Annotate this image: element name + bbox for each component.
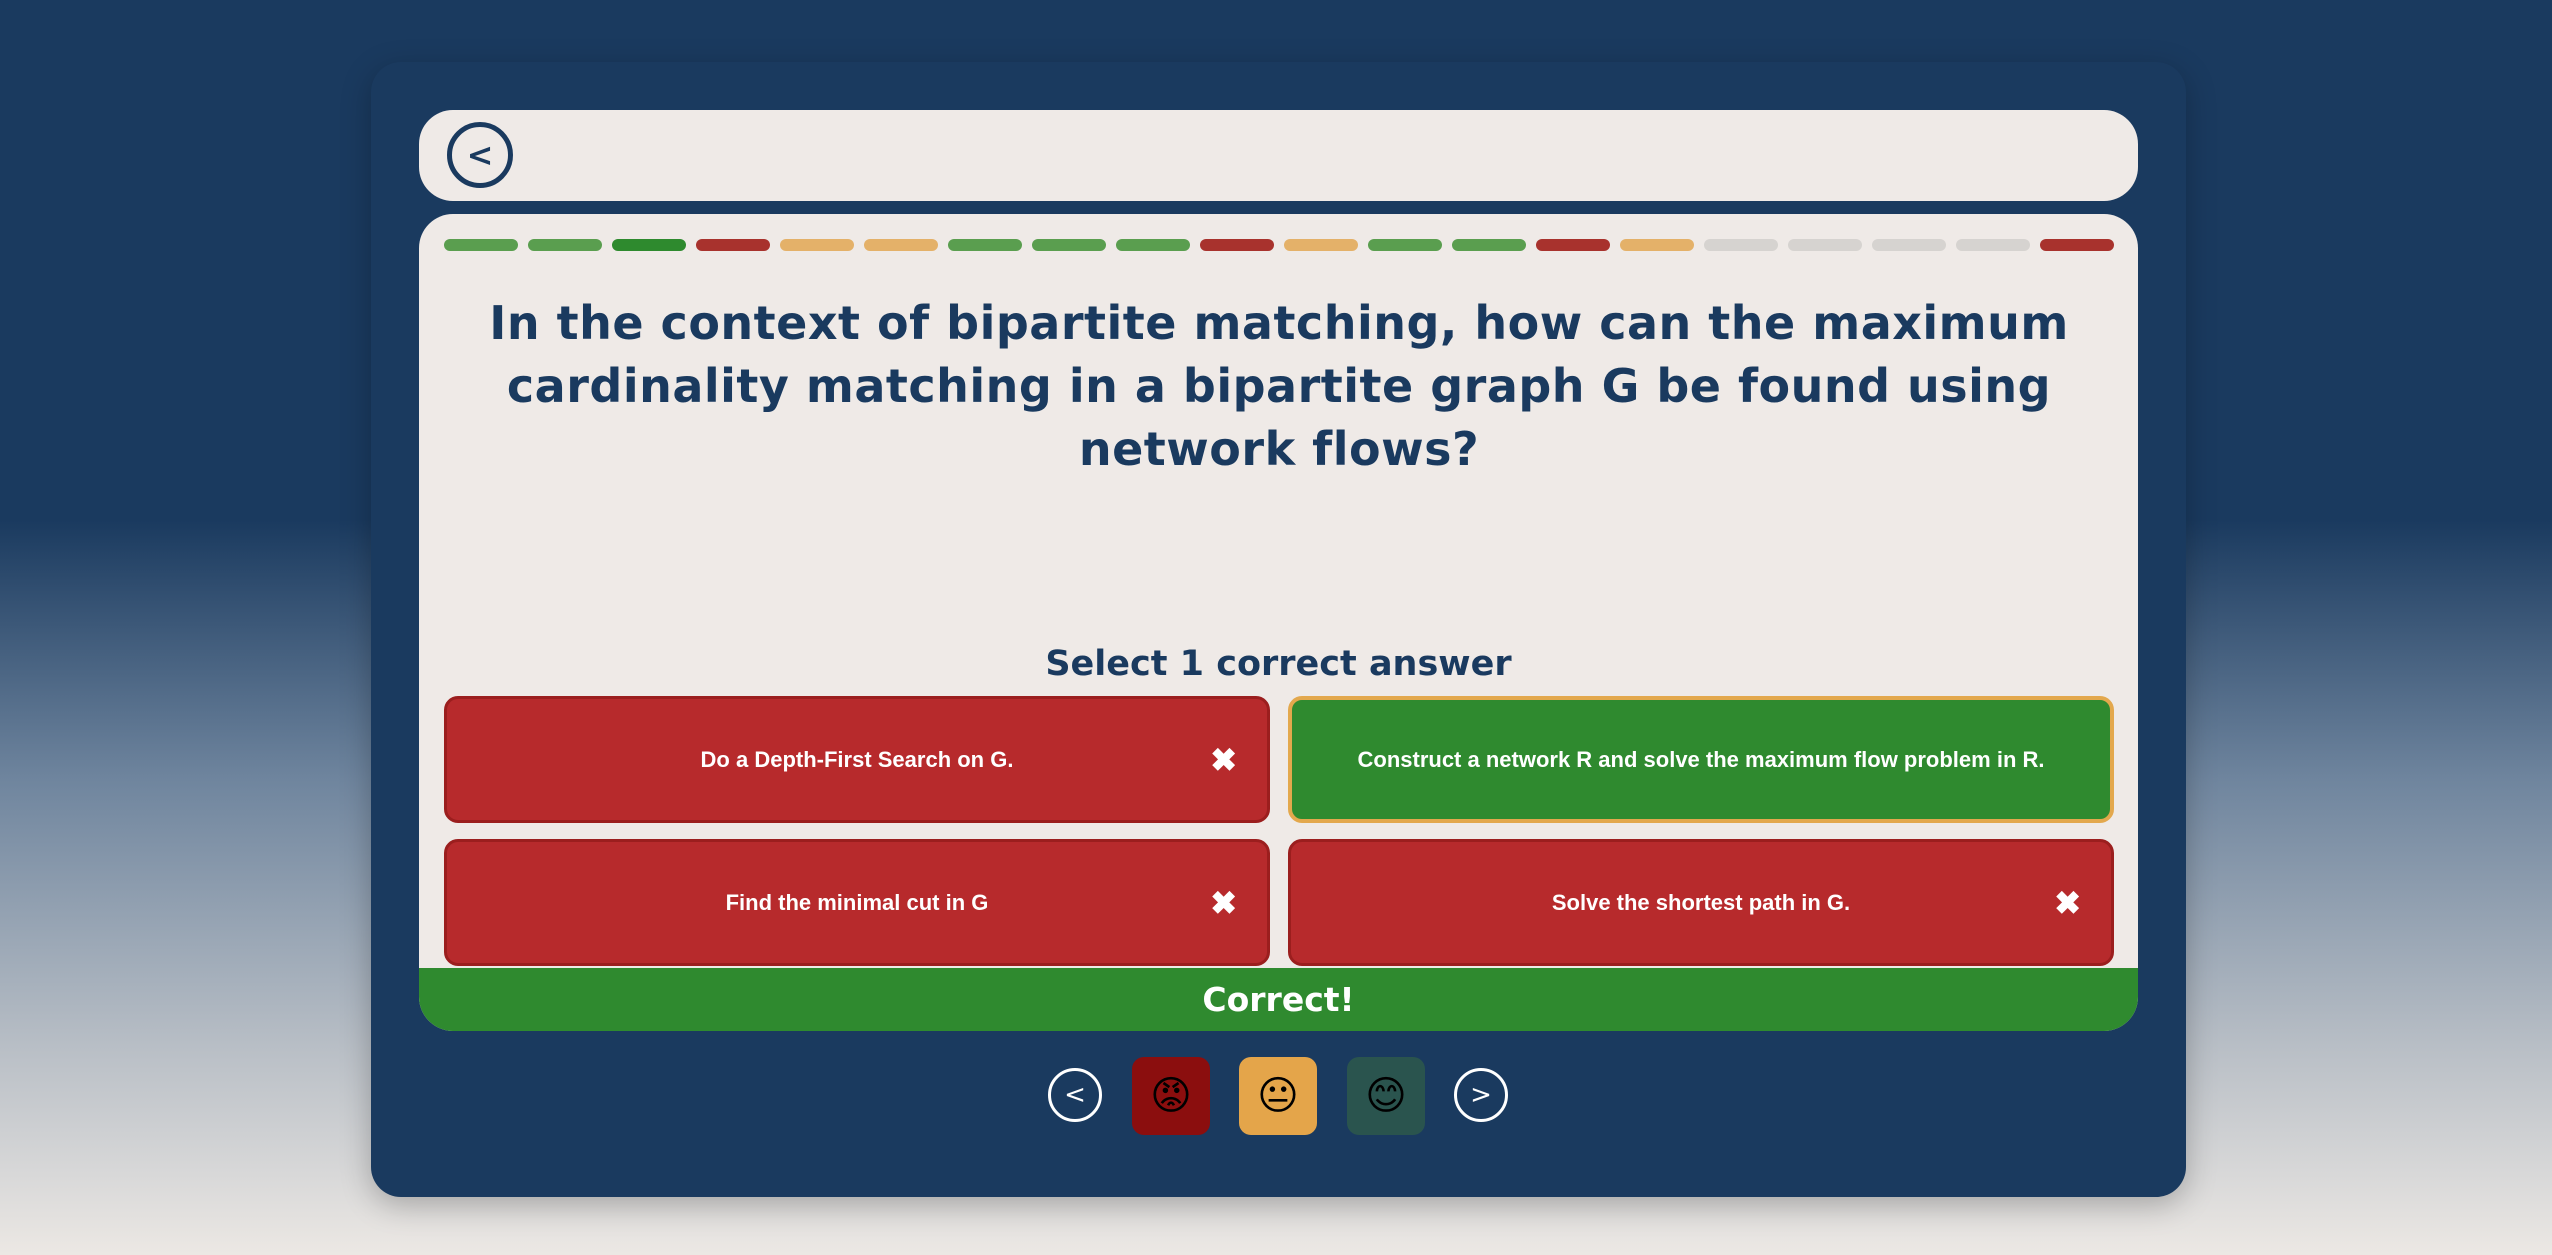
wrong-mark-icon: ✖ xyxy=(1210,741,1237,778)
progress-segment xyxy=(2040,239,2114,251)
progress-segment xyxy=(1284,239,1358,251)
progress-segment xyxy=(696,239,770,251)
result-banner: Correct! xyxy=(419,968,2138,1031)
progress-segment xyxy=(1452,239,1526,251)
answer-label: Do a Depth-First Search on G. xyxy=(700,746,1014,772)
progress-segment xyxy=(1788,239,1862,251)
answer-grid: Do a Depth-First Search on G. ✖ Construc… xyxy=(444,696,2114,966)
neutral-face-icon: 😐 xyxy=(1257,1073,1299,1119)
answer-label: Solve the shortest path in G. xyxy=(1551,889,1851,915)
progress-segment xyxy=(1872,239,1946,251)
progress-segment xyxy=(1116,239,1190,251)
progress-segment xyxy=(1620,239,1694,251)
rate-hard-button[interactable]: 😡 xyxy=(1132,1057,1210,1135)
progress-segment xyxy=(864,239,938,251)
answer-label: Find the minimal cut in G xyxy=(725,889,989,915)
progress-segment xyxy=(1200,239,1274,251)
answer-option-3[interactable]: Find the minimal cut in G ✖ xyxy=(444,839,1270,966)
progress-segment xyxy=(1956,239,2030,251)
progress-segment xyxy=(1032,239,1106,251)
wrong-mark-icon: ✖ xyxy=(2054,884,2081,921)
answer-instruction: Select 1 correct answer xyxy=(1045,644,1512,684)
question-card: In the context of bipartite matching, ho… xyxy=(419,214,2138,1031)
back-button[interactable]: < xyxy=(447,122,513,188)
question-text: In the context of bipartite matching, ho… xyxy=(489,296,2069,476)
top-bar: < xyxy=(419,110,2138,201)
progress-bar xyxy=(444,239,2114,251)
answer-option-4[interactable]: Solve the shortest path in G. ✖ xyxy=(1288,839,2114,966)
progress-segment xyxy=(1704,239,1778,251)
progress-segment xyxy=(780,239,854,251)
answer-option-2[interactable]: Construct a network R and solve the maxi… xyxy=(1288,696,2114,823)
progress-segment xyxy=(612,239,686,251)
progress-segment xyxy=(1368,239,1442,251)
rate-easy-button[interactable]: 😊 xyxy=(1347,1057,1425,1135)
progress-segment xyxy=(444,239,518,251)
quiz-app: < In the context of bipartite matching, … xyxy=(371,62,2186,1197)
previous-question-button[interactable]: < xyxy=(1048,1068,1102,1122)
progress-segment xyxy=(948,239,1022,251)
angry-face-icon: 😡 xyxy=(1150,1073,1192,1119)
bottom-controls: < 😡 😐 😊 > xyxy=(371,1057,2186,1139)
answer-label: Construct a network R and solve the maxi… xyxy=(1357,746,2045,772)
rate-medium-button[interactable]: 😐 xyxy=(1239,1057,1317,1135)
wrong-mark-icon: ✖ xyxy=(1210,884,1237,921)
smiling-face-icon: 😊 xyxy=(1365,1073,1407,1119)
next-question-button[interactable]: > xyxy=(1454,1068,1508,1122)
progress-segment xyxy=(528,239,602,251)
progress-segment xyxy=(1536,239,1610,251)
answer-option-1[interactable]: Do a Depth-First Search on G. ✖ xyxy=(444,696,1270,823)
